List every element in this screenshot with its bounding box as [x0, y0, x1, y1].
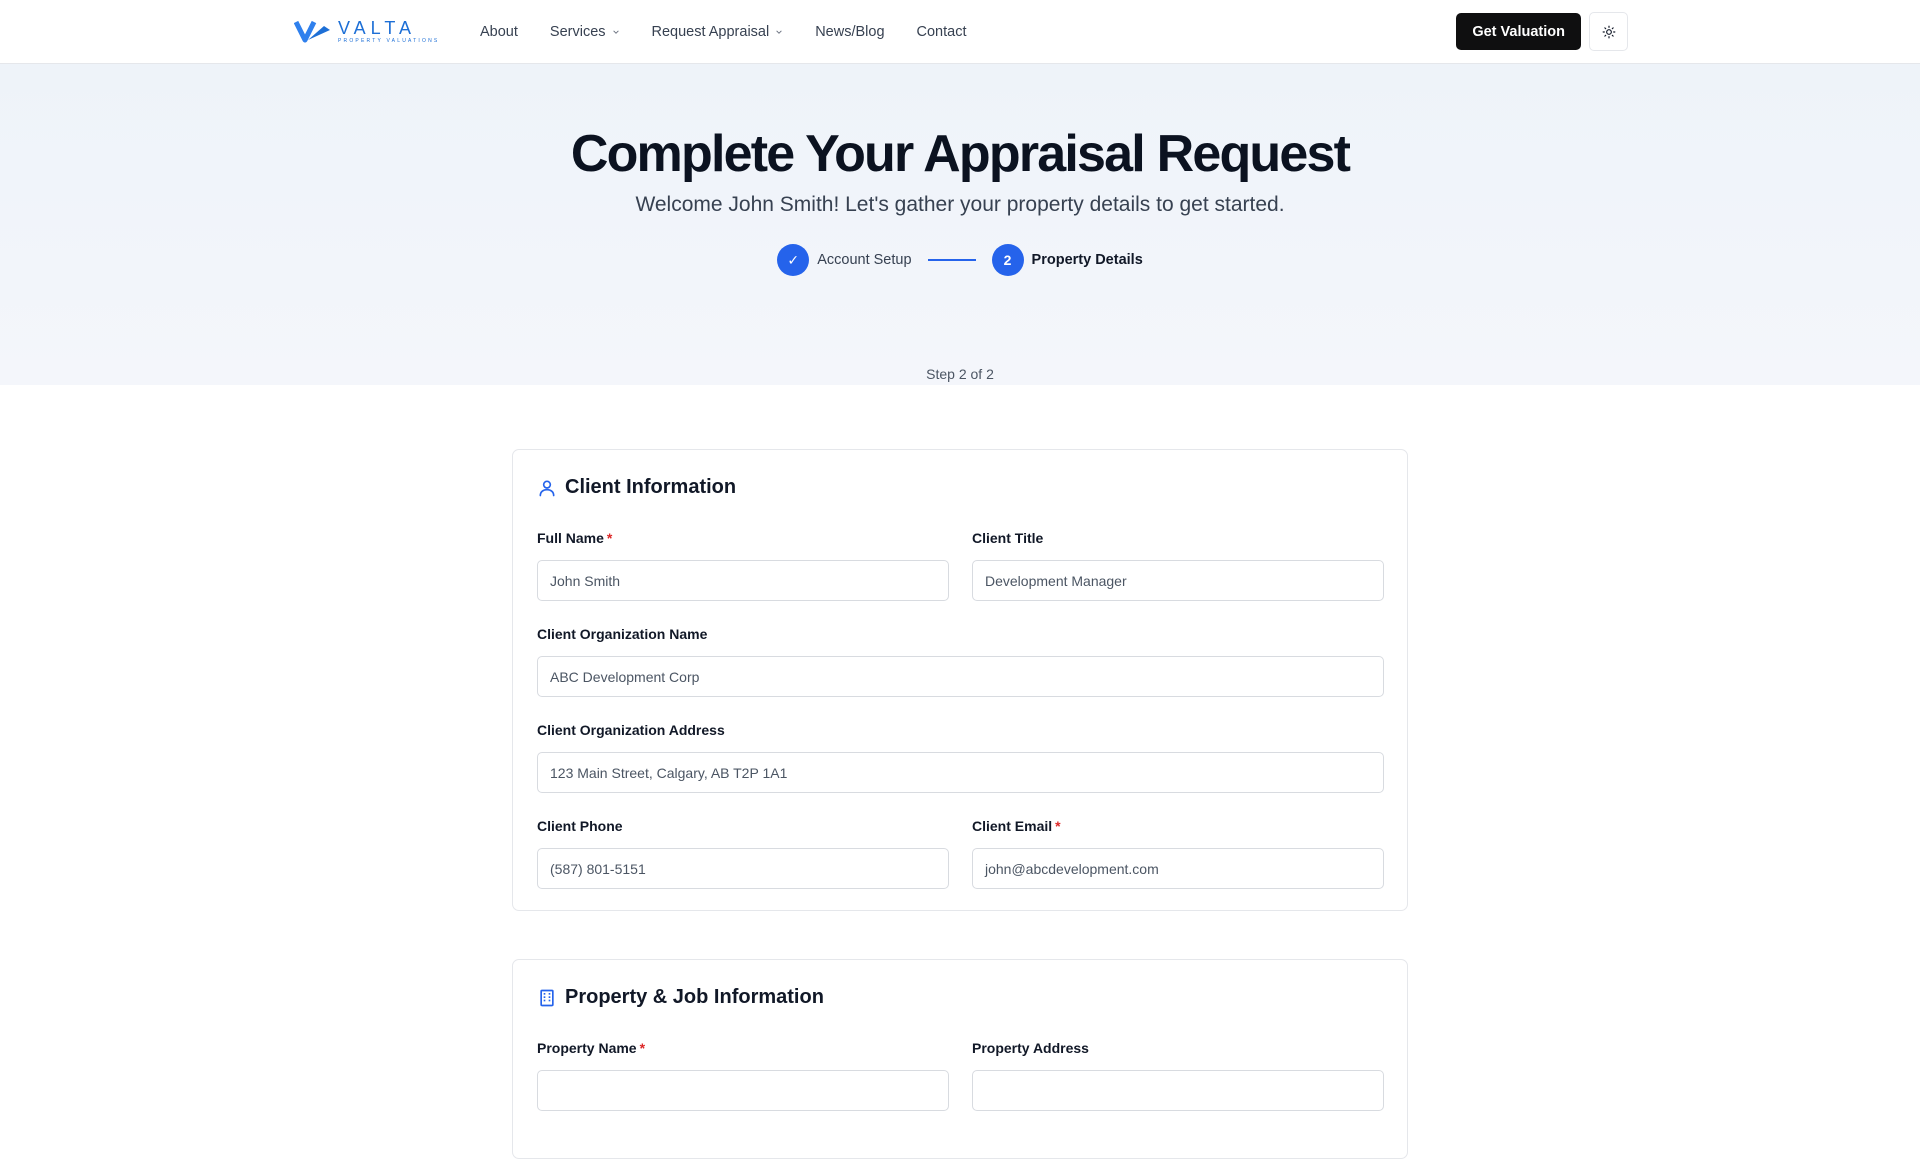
property-name-label: Property Name *: [537, 1040, 646, 1056]
building-icon: [540, 989, 554, 1006]
logo-tagline: PROPERTY VALUATIONS: [338, 38, 440, 44]
client-phone-label: Client Phone: [537, 818, 623, 834]
nav-item-request-appraisal[interactable]: Request Appraisal: [652, 24, 784, 40]
sun-icon: [1602, 25, 1615, 38]
client-email-label: Client Email *: [972, 818, 1061, 834]
welcome-subtitle: Welcome John Smith! Let's gather your pr…: [635, 193, 1285, 216]
step-complete-check-icon: ✓: [777, 244, 810, 276]
org-name-input[interactable]: ABC Development Corp: [537, 656, 1384, 697]
logo-mark-icon: [294, 20, 330, 42]
property-name-field: Property Name *: [537, 1040, 949, 1111]
step-label-account-setup: Account Setup: [817, 252, 912, 268]
chevron-down-icon: [776, 29, 782, 34]
full-name-label: Full Name *: [537, 530, 613, 546]
nav-label: About: [480, 23, 518, 40]
full-name-input[interactable]: John Smith: [537, 560, 949, 601]
progress-stepper: ✓ Account Setup 2 Property Details: [0, 244, 1920, 276]
client-title-input[interactable]: Development Manager: [972, 560, 1384, 601]
org-name-label: Client Organization Name: [537, 626, 708, 642]
nav-item-contact[interactable]: Contact: [917, 24, 967, 40]
step-counter: Step 2 of 2: [926, 366, 994, 382]
nav-item-about[interactable]: About: [480, 24, 518, 40]
nav-label: News/Blog: [815, 23, 885, 40]
org-name-field: Client Organization Name ABC Development…: [537, 626, 1384, 697]
org-address-input[interactable]: 123 Main Street, Calgary, AB T2P 1A1: [537, 752, 1384, 793]
required-marker: *: [639, 1040, 646, 1056]
property-address-input[interactable]: [972, 1070, 1384, 1111]
get-valuation-button[interactable]: Get Valuation: [1456, 13, 1581, 50]
client-email-input[interactable]: john@abcdevelopment.com: [972, 848, 1384, 889]
client-email-field: Client Email * john@abcdevelopment.com: [972, 818, 1384, 889]
step-connector: [927, 259, 976, 261]
card-title: Property & Job Information: [537, 986, 824, 1009]
full-name-field: Full Name * John Smith: [537, 530, 949, 601]
client-title-label: Client Title: [972, 530, 1044, 546]
property-address-label: Property Address: [972, 1040, 1089, 1056]
user-icon: [539, 480, 555, 496]
nav-label: Services: [549, 23, 606, 40]
card-title-text: Property & Job Information: [565, 986, 824, 1008]
required-marker: *: [606, 530, 613, 546]
chevron-down-icon: [612, 29, 619, 34]
client-information-card: Client Information Full Name * John Smith…: [512, 449, 1408, 911]
card-title: Client Information: [537, 476, 736, 499]
step-number-badge: 2: [991, 244, 1024, 276]
card-title-text: Client Information: [565, 476, 737, 498]
org-address-label: Client Organization Address: [537, 722, 725, 738]
nav-item-services[interactable]: Services: [550, 24, 620, 40]
org-address-field: Client Organization Address 123 Main Str…: [537, 722, 1384, 793]
theme-toggle-button[interactable]: [1589, 12, 1628, 51]
property-name-input[interactable]: [537, 1070, 949, 1111]
nav-item-news-blog[interactable]: News/Blog: [815, 24, 884, 40]
property-job-information-card: Property & Job Information Property Name…: [512, 959, 1408, 1159]
client-phone-field: Client Phone (587) 801-5151: [537, 818, 949, 889]
client-title-field: Client Title Development Manager: [972, 530, 1384, 601]
page-title: Complete Your Appraisal Request: [570, 125, 1351, 183]
property-address-field: Property Address: [972, 1040, 1384, 1111]
hero-section: Complete Your Appraisal Request Welcome …: [0, 64, 1920, 385]
main-nav: About Services Request Appraisal News/Bl…: [480, 24, 999, 40]
client-phone-input[interactable]: (587) 801-5151: [537, 848, 949, 889]
nav-label: Request Appraisal: [651, 23, 770, 40]
nav-label: Contact: [916, 23, 967, 40]
required-marker: *: [1055, 818, 1061, 834]
valta-logo[interactable]: VALTA PROPERTY VALUATIONS: [294, 12, 444, 52]
logo-wordmark: VALTA: [338, 18, 417, 38]
step-label-property-details: Property Details: [1031, 252, 1143, 268]
site-header: VALTA PROPERTY VALUATIONS About Services…: [0, 0, 1920, 64]
